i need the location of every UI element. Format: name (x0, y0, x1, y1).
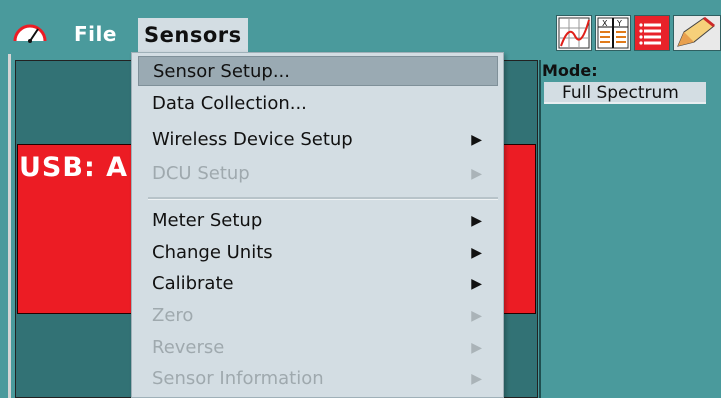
menu-item-sensor-information: Sensor Information ▶ (138, 364, 498, 394)
usb-label: USB: A (19, 152, 129, 183)
submenu-arrow-icon: ▶ (471, 276, 482, 292)
menu-item-reverse: Reverse ▶ (138, 333, 498, 363)
menu-item-label: DCU Setup (152, 163, 250, 184)
menu-sensors[interactable]: Sensors (138, 18, 248, 52)
mode-panel (539, 60, 721, 398)
menu-item-sensor-setup[interactable]: Sensor Setup... (138, 56, 498, 86)
menu-item-label: Calibrate (152, 273, 234, 294)
app-window: File Sensors X Y USB: A Mode: Full Spect… (0, 0, 721, 398)
menu-separator (148, 197, 498, 200)
menu-item-wireless-device-setup[interactable]: Wireless Device Setup ▶ (138, 125, 498, 155)
submenu-arrow-icon: ▶ (471, 213, 482, 229)
menu-file[interactable]: File (66, 17, 125, 51)
menu-item-data-collection[interactable]: Data Collection... (138, 89, 498, 119)
submenu-arrow-icon: ▶ (471, 308, 482, 324)
submenu-arrow-icon: ▶ (471, 166, 482, 182)
svg-text:X: X (602, 19, 608, 28)
menu-item-calibrate[interactable]: Calibrate ▶ (138, 269, 498, 299)
mode-label: Mode: (542, 61, 598, 80)
submenu-arrow-icon: ▶ (471, 340, 482, 356)
submenu-arrow-icon: ▶ (471, 132, 482, 148)
submenu-arrow-icon: ▶ (471, 371, 482, 387)
notebook-button[interactable] (634, 15, 670, 51)
menu-item-label: Sensor Information (152, 368, 324, 389)
menubar: File Sensors X Y (8, 10, 721, 54)
table-icon: X Y (597, 17, 629, 49)
menu-item-label: Zero (152, 305, 194, 326)
svg-text:Y: Y (616, 19, 622, 28)
menu-item-label: Reverse (152, 337, 225, 358)
menu-item-label: Wireless Device Setup (152, 129, 353, 150)
sensors-dropdown-menu: Sensor Setup... Data Collection... Wirel… (131, 52, 504, 398)
pencil-icon (677, 16, 715, 47)
menu-item-dcu-setup: DCU Setup ▶ (138, 159, 498, 189)
pencil-button[interactable] (673, 15, 721, 51)
graph-button[interactable] (556, 15, 592, 51)
mode-value[interactable]: Full Spectrum (544, 82, 706, 104)
menu-item-meter-setup[interactable]: Meter Setup ▶ (138, 206, 498, 236)
menu-item-label: Meter Setup (152, 210, 263, 231)
menu-item-label: Data Collection... (152, 93, 307, 114)
table-button[interactable]: X Y (595, 15, 631, 51)
menu-item-label: Sensor Setup... (153, 61, 290, 82)
notebook-icon (638, 18, 666, 48)
menu-item-zero: Zero ▶ (138, 301, 498, 331)
menu-item-change-units[interactable]: Change Units ▶ (138, 238, 498, 268)
menu-item-label: Change Units (152, 242, 273, 263)
submenu-arrow-icon: ▶ (471, 245, 482, 261)
gauge-icon[interactable] (11, 17, 49, 49)
graph-icon (558, 17, 590, 49)
